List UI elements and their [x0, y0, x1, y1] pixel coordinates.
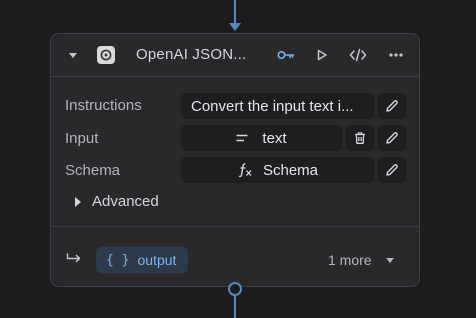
input-label: Input — [65, 130, 99, 147]
node-title: OpenAI JSON... — [136, 46, 247, 63]
output-chip[interactable]: { } output — [96, 247, 189, 273]
delete-input-button[interactable] — [346, 125, 374, 151]
key-icon[interactable] — [275, 45, 297, 65]
expand-triangle-icon — [75, 196, 81, 207]
node-header: OpenAI JSON... — [51, 34, 419, 77]
pencil-icon — [386, 100, 398, 112]
more-label: 1 more — [328, 252, 372, 268]
schema-field[interactable]: Schema — [181, 157, 374, 183]
dropdown-arrow-icon — [385, 257, 394, 263]
input-value: text — [262, 129, 287, 147]
input-field[interactable]: text — [181, 125, 342, 151]
schema-label: Schema — [65, 162, 121, 179]
more-icon[interactable] — [385, 45, 407, 65]
advanced-toggle[interactable]: Advanced — [75, 193, 159, 210]
instructions-value: Convert the input text i... — [191, 97, 354, 115]
schema-value: Schema — [262, 161, 319, 179]
collapse-chevron-icon[interactable] — [69, 53, 77, 58]
instructions-label: Instructions — [65, 97, 142, 114]
edit-input-button[interactable] — [378, 125, 406, 151]
openai-json-node[interactable]: OpenAI JSON... Instructions Convert the … — [50, 33, 420, 287]
pencil-icon — [386, 132, 398, 144]
node-footer: { } output 1 more — [51, 226, 419, 289]
edit-instructions-button[interactable] — [378, 93, 406, 119]
openai-logo-icon — [97, 46, 115, 64]
advanced-label: Advanced — [92, 193, 159, 210]
return-arrow-icon — [66, 252, 82, 271]
function-icon — [237, 162, 253, 178]
input-arrow-icon — [229, 23, 241, 31]
play-icon[interactable] — [311, 45, 333, 65]
braces-icon: { } — [106, 252, 130, 268]
trash-icon — [355, 132, 365, 144]
pencil-icon — [386, 164, 398, 176]
instructions-field[interactable]: Convert the input text i... — [181, 93, 374, 119]
output-handle[interactable] — [228, 282, 242, 296]
output-label: output — [137, 252, 177, 268]
more-outputs-dropdown[interactable]: 1 more — [328, 252, 394, 268]
code-icon[interactable] — [347, 45, 369, 65]
lines-icon — [236, 134, 248, 142]
edit-schema-button[interactable] — [378, 157, 406, 183]
